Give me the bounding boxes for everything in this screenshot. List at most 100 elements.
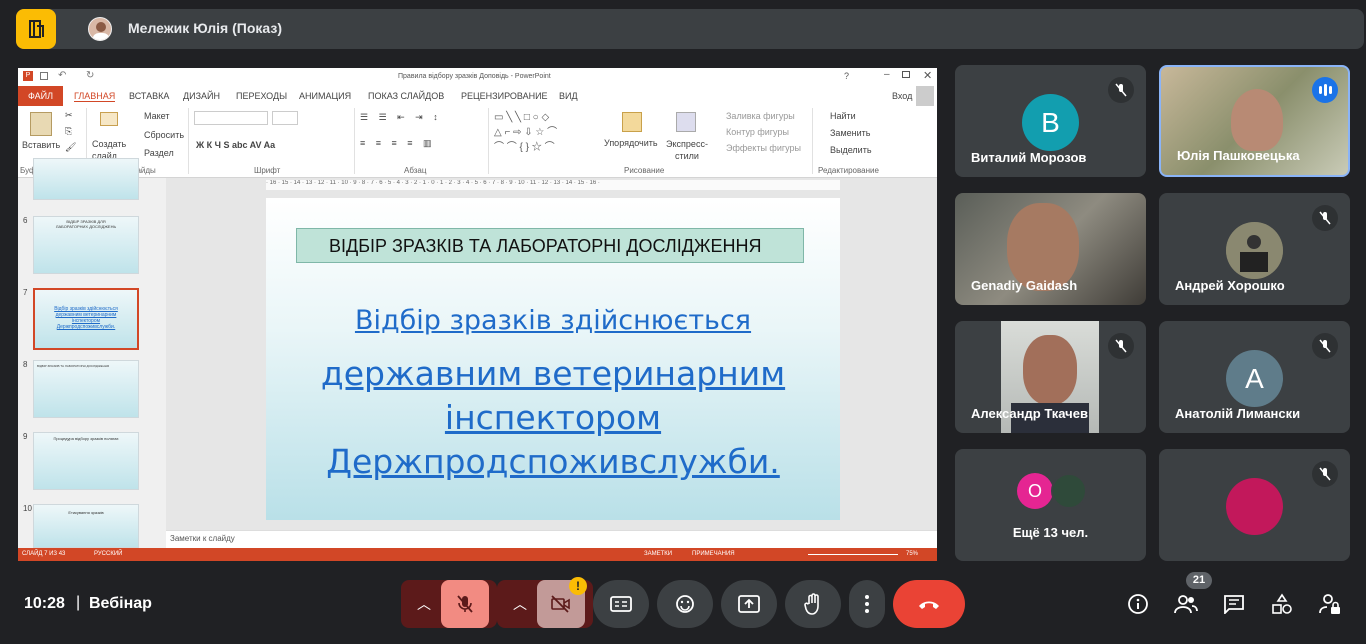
presentation-icon[interactable] — [16, 9, 56, 49]
tab-insert[interactable]: ВСТАВКА — [129, 91, 169, 101]
replace-button[interactable]: Заменить — [830, 128, 870, 138]
save-icon[interactable] — [40, 72, 48, 80]
tab-review[interactable]: РЕЦЕНЗИРОВАНИЕ — [461, 91, 548, 101]
arrange-icon[interactable] — [622, 112, 642, 132]
close-icon[interactable]: ✕ — [923, 69, 932, 82]
cut-icon[interactable]: ✂ — [65, 110, 73, 121]
help-icon[interactable]: ? — [844, 71, 849, 81]
participant-tile[interactable]: A Анатолій Лимански — [1159, 321, 1350, 433]
font-format-buttons[interactable]: Ж К Ч S abc AV Aa — [196, 140, 275, 150]
leave-call-button[interactable] — [893, 580, 965, 628]
format-painter-icon[interactable]: 🖌 — [65, 142, 76, 153]
participant-avatar: О — [1017, 473, 1053, 509]
present-screen-icon — [738, 595, 760, 613]
divider — [488, 108, 489, 174]
shapes-gallery-icon[interactable]: ▭ ╲ ╲ □ ○ ◇ △ ⌐ ⇨ ⇩ ☆ ⌒ ⌒ ⌒ { } ☆ ⌒ — [494, 110, 600, 156]
participant-tile[interactable]: Genadiy Gaidash — [955, 193, 1146, 305]
slide-text-line[interactable]: Відбір зразків здійснюється — [266, 305, 840, 336]
comments-toggle[interactable]: ПРИМЕЧАНИЯ — [692, 551, 735, 557]
participant-tile[interactable]: Андрей Хорошко — [1159, 193, 1350, 305]
font-size-select[interactable] — [272, 111, 298, 125]
reset-button[interactable]: Сбросить — [144, 130, 184, 140]
participant-tile[interactable]: B Виталий Морозов — [955, 65, 1146, 177]
find-button[interactable]: Найти — [830, 111, 856, 121]
slide-editing-area[interactable]: · 16 · 15 · 14 · 13 · 12 · 11 · 10 · 9 ·… — [166, 178, 937, 530]
slide-thumbnail[interactable]: Етикування зразків — [33, 504, 139, 548]
mic-off-icon — [1312, 461, 1338, 487]
raise-hand-button[interactable] — [785, 580, 841, 628]
tab-home[interactable]: ГЛАВНАЯ — [74, 91, 116, 102]
participant-tile[interactable]: Александр Ткачев — [955, 321, 1146, 433]
slide-thumbnail[interactable]: ВІДБІР ЗРАЗКІВ ТА ЛАБОРАТОРНІ ДОСЛІДЖЕНН… — [33, 360, 139, 418]
mic-off-icon — [1108, 77, 1134, 103]
shape-effects-button[interactable]: Эффекты фигуры — [726, 143, 801, 153]
layout-button[interactable]: Макет — [144, 111, 169, 121]
tab-slideshow[interactable]: ПОКАЗ СЛАЙДОВ — [368, 91, 444, 101]
section-button[interactable]: Раздел — [144, 148, 174, 158]
slide-thumbnail-selected[interactable]: Відбір зразків здійснюється державним ве… — [33, 288, 139, 350]
select-button[interactable]: Выделить — [830, 145, 872, 155]
participant-tile-speaking[interactable]: Юлія Пашковецька — [1159, 65, 1350, 177]
meeting-details-button[interactable] — [1120, 586, 1156, 622]
others-tile[interactable]: О Ещё 13 чел. — [955, 449, 1146, 561]
tab-design[interactable]: ДИЗАЙН — [183, 91, 220, 101]
participant-avatar — [1051, 473, 1087, 509]
present-button[interactable] — [721, 580, 777, 628]
minimize-icon[interactable]: – — [884, 69, 890, 80]
people-button[interactable] — [1168, 586, 1204, 622]
shape-fill-button[interactable]: Заливка фигуры — [726, 111, 795, 121]
slide-thumbnail[interactable] — [33, 158, 139, 200]
notes-pane[interactable]: Заметки к слайду — [166, 530, 937, 548]
tab-transitions[interactable]: ПЕРЕХОДЫ — [236, 91, 287, 101]
participant-name: Александр Ткачев — [971, 406, 1088, 421]
bullets-icon[interactable]: ☰ ☰ ⇤ ⇥ ↕ — [360, 112, 442, 123]
shape-outline-button[interactable]: Контур фигуры — [726, 127, 789, 137]
tab-file[interactable]: ФАЙЛ — [18, 86, 63, 106]
captions-button[interactable] — [593, 580, 649, 628]
participant-name: Юлія Пашковецька — [1177, 148, 1300, 163]
host-controls-button[interactable] — [1312, 586, 1348, 622]
clock: 10:28 — [24, 595, 65, 612]
reactions-button[interactable] — [657, 580, 713, 628]
restore-icon[interactable] — [902, 71, 910, 78]
font-name-select[interactable] — [194, 111, 268, 125]
slide-thumbnail[interactable]: Процедура відбору зразків полягає — [33, 432, 139, 490]
slide-thumbnail[interactable]: ВІДБІР ЗРАЗКІВ ДЛЯ ЛАБОРАТОРНИХ ДОСЛІДЖЕ… — [33, 216, 139, 274]
copy-icon[interactable]: ⎘ — [65, 126, 72, 137]
tab-view[interactable]: ВИД — [559, 91, 578, 101]
redo-icon[interactable]: ↻ — [86, 70, 94, 81]
slide-thumbnail-pane[interactable]: 6 ВІДБІР ЗРАЗКІВ ДЛЯ ЛАБОРАТОРНИХ ДОСЛІД… — [18, 158, 166, 548]
new-slide-icon[interactable] — [100, 112, 118, 126]
chat-button[interactable] — [1216, 586, 1252, 622]
notes-toggle[interactable]: ЗАМЕТКИ — [644, 551, 672, 557]
slide-text-line[interactable]: Держпродспоживслужби. — [266, 442, 840, 481]
paste-button[interactable]: Вставить — [22, 140, 60, 150]
activities-button[interactable] — [1264, 586, 1300, 622]
more-vert-icon — [865, 595, 869, 613]
shapes-icon — [1272, 593, 1292, 614]
quick-styles-icon[interactable] — [676, 112, 696, 132]
paste-icon[interactable] — [30, 112, 52, 136]
more-options-button[interactable] — [849, 580, 885, 628]
arrange-button[interactable]: Упорядочить — [604, 138, 658, 148]
current-slide[interactable]: ВІДБІР ЗРАЗКІВ ТА ЛАБОРАТОРНІ ДОСЛІДЖЕНН… — [266, 198, 840, 520]
participant-tile[interactable] — [1159, 449, 1350, 561]
quick-styles-button[interactable]: Экспресс-стили — [664, 138, 710, 162]
speaking-icon — [1312, 77, 1338, 103]
mic-toggle-button[interactable] — [441, 580, 489, 628]
account-icon[interactable] — [916, 86, 934, 106]
chat-icon — [1224, 595, 1244, 614]
group-label-drawing: Рисование — [624, 166, 665, 175]
chevron-up-icon: ︿ — [417, 596, 431, 612]
slide-text-line[interactable]: інспектором — [266, 398, 840, 437]
slide-text-line[interactable]: державним ветеринарним — [266, 354, 840, 393]
tab-animation[interactable]: АНИМАЦИЯ — [299, 91, 351, 101]
zoom-slider[interactable] — [808, 554, 898, 555]
slide-heading[interactable]: ВІДБІР ЗРАЗКІВ ТА ЛАБОРАТОРНІ ДОСЛІДЖЕНН… — [296, 228, 804, 263]
align-icon[interactable]: ≡ ≡ ≡ ≡ ▥ — [360, 138, 436, 149]
participant-name: Анатолій Лимански — [1175, 406, 1301, 421]
login-link[interactable]: Вход — [892, 91, 912, 101]
undo-icon[interactable]: ↶ — [58, 70, 66, 81]
divider — [188, 108, 189, 174]
thumbnail-number: 9 — [23, 432, 28, 441]
